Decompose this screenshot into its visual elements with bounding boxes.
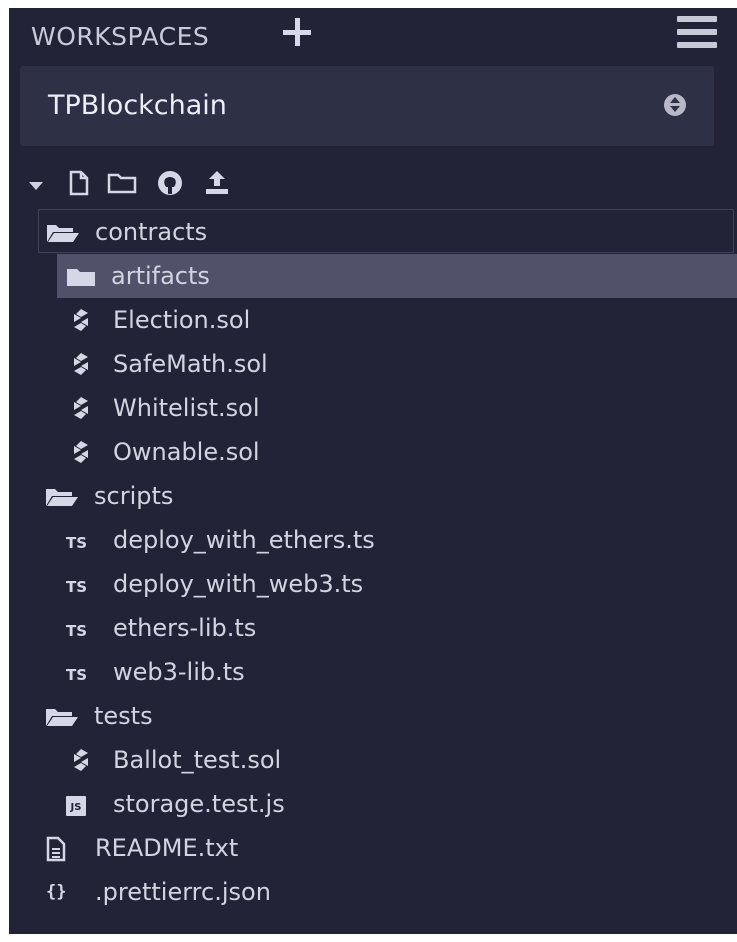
file-label: ethers-lib.ts bbox=[113, 614, 257, 642]
file-label: README.txt bbox=[95, 834, 239, 862]
folder-artifacts[interactable]: artifacts bbox=[57, 254, 737, 298]
json-braces-icon: {} bbox=[46, 882, 67, 902]
file-javascript[interactable]: JS storage.test.js bbox=[57, 782, 737, 826]
solidity-icon bbox=[74, 353, 88, 375]
file-label: Ownable.sol bbox=[113, 438, 260, 466]
file-text[interactable]: README.txt bbox=[38, 826, 734, 870]
file-explorer-panel: WORKSPACES TPBlockchain contracts artifa… bbox=[9, 8, 737, 934]
text-file-icon bbox=[46, 836, 66, 862]
file-label: Whitelist.sol bbox=[113, 394, 260, 422]
file-label: web3-lib.ts bbox=[113, 658, 245, 686]
file-label: SafeMath.sol bbox=[113, 350, 268, 378]
folder-label: scripts bbox=[94, 482, 174, 510]
upload-icon[interactable] bbox=[203, 169, 231, 197]
folder-label: tests bbox=[94, 702, 153, 730]
explorer-toolbar bbox=[29, 168, 279, 204]
file-label: deploy_with_ethers.ts bbox=[113, 526, 375, 554]
javascript-icon: JS bbox=[66, 796, 86, 816]
typescript-icon: TS bbox=[66, 534, 88, 552]
solidity-icon bbox=[74, 309, 88, 331]
folder-label: artifacts bbox=[111, 262, 210, 290]
new-file-icon[interactable] bbox=[69, 170, 89, 196]
workspaces-title: WORKSPACES bbox=[31, 22, 210, 51]
file-json[interactable]: {} .prettierrc.json bbox=[38, 870, 734, 914]
solidity-icon bbox=[74, 441, 88, 463]
caret-down-icon[interactable] bbox=[29, 182, 43, 190]
create-workspace-plus-icon[interactable] bbox=[281, 16, 313, 48]
folder-contracts[interactable]: contracts bbox=[38, 209, 734, 253]
file-label: .prettierrc.json bbox=[95, 878, 271, 906]
folder-open-icon bbox=[46, 489, 78, 506]
file-label: Election.sol bbox=[113, 306, 251, 334]
workspace-select[interactable]: TPBlockchain bbox=[20, 66, 714, 146]
github-icon[interactable] bbox=[156, 169, 184, 197]
folder-icon bbox=[67, 269, 95, 286]
select-sort-arrows-icon bbox=[664, 94, 686, 116]
file-typescript[interactable]: TS deploy_with_web3.ts bbox=[57, 562, 737, 606]
file-typescript[interactable]: TS web3-lib.ts bbox=[57, 650, 737, 694]
solidity-icon bbox=[74, 749, 88, 771]
file-label: storage.test.js bbox=[113, 790, 285, 818]
workspaces-header: WORKSPACES bbox=[9, 8, 737, 66]
file-label: Ballot_test.sol bbox=[113, 746, 282, 774]
file-solidity[interactable]: Whitelist.sol bbox=[57, 386, 737, 430]
file-typescript[interactable]: TS ethers-lib.ts bbox=[57, 606, 737, 650]
folder-open-icon bbox=[47, 225, 79, 242]
file-typescript[interactable]: TS deploy_with_ethers.ts bbox=[57, 518, 737, 562]
workspace-menu-hamburger-icon[interactable] bbox=[677, 16, 717, 48]
folder-scripts[interactable]: scripts bbox=[38, 474, 734, 518]
file-solidity[interactable]: Ballot_test.sol bbox=[57, 738, 737, 782]
typescript-icon: TS bbox=[66, 666, 88, 684]
solidity-icon bbox=[74, 397, 88, 419]
typescript-icon: TS bbox=[66, 622, 88, 640]
folder-label: contracts bbox=[95, 218, 208, 246]
file-solidity[interactable]: SafeMath.sol bbox=[57, 342, 737, 386]
workspace-select-value: TPBlockchain bbox=[48, 90, 227, 121]
new-folder-icon[interactable] bbox=[107, 172, 137, 194]
folder-open-icon bbox=[46, 709, 78, 726]
file-label: deploy_with_web3.ts bbox=[113, 570, 364, 598]
file-solidity[interactable]: Ownable.sol bbox=[57, 430, 737, 474]
folder-tests[interactable]: tests bbox=[38, 694, 734, 738]
typescript-icon: TS bbox=[66, 578, 88, 596]
file-solidity[interactable]: Election.sol bbox=[57, 298, 737, 342]
